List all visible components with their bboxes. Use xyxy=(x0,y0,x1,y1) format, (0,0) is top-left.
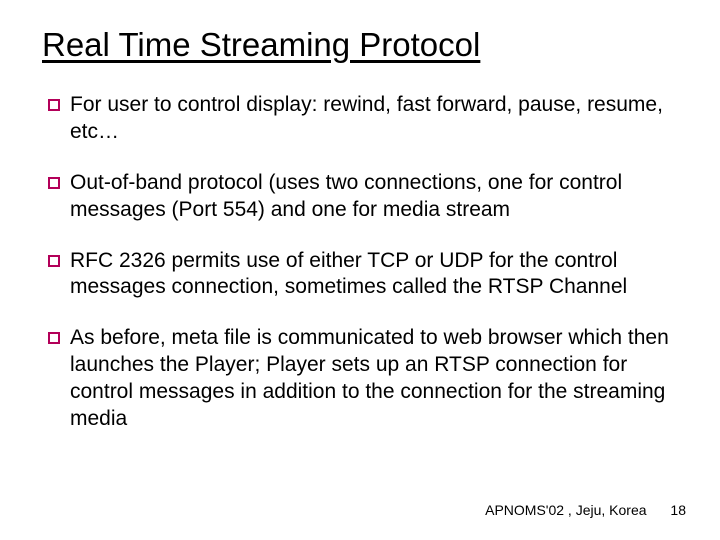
bullet-icon xyxy=(48,177,60,189)
footer-venue: APNOMS'02 , Jeju, Korea xyxy=(485,502,646,518)
list-item: Out-of-band protocol (uses two connectio… xyxy=(48,170,678,224)
list-item: As before, meta file is communicated to … xyxy=(48,325,678,433)
list-item: RFC 2326 permits use of either TCP or UD… xyxy=(48,248,678,302)
bullet-text: As before, meta file is communicated to … xyxy=(70,325,678,433)
slide-title: Real Time Streaming Protocol xyxy=(42,26,678,64)
page-number: 18 xyxy=(670,502,686,518)
bullet-icon xyxy=(48,99,60,111)
bullet-list: For user to control display: rewind, fas… xyxy=(42,92,678,433)
bullet-text: RFC 2326 permits use of either TCP or UD… xyxy=(70,248,678,302)
bullet-text: For user to control display: rewind, fas… xyxy=(70,92,678,146)
bullet-icon xyxy=(48,255,60,267)
bullet-text: Out-of-band protocol (uses two connectio… xyxy=(70,170,678,224)
slide: Real Time Streaming Protocol For user to… xyxy=(0,0,720,540)
slide-footer: APNOMS'02 , Jeju, Korea 18 xyxy=(485,502,686,518)
list-item: For user to control display: rewind, fas… xyxy=(48,92,678,146)
bullet-icon xyxy=(48,332,60,344)
